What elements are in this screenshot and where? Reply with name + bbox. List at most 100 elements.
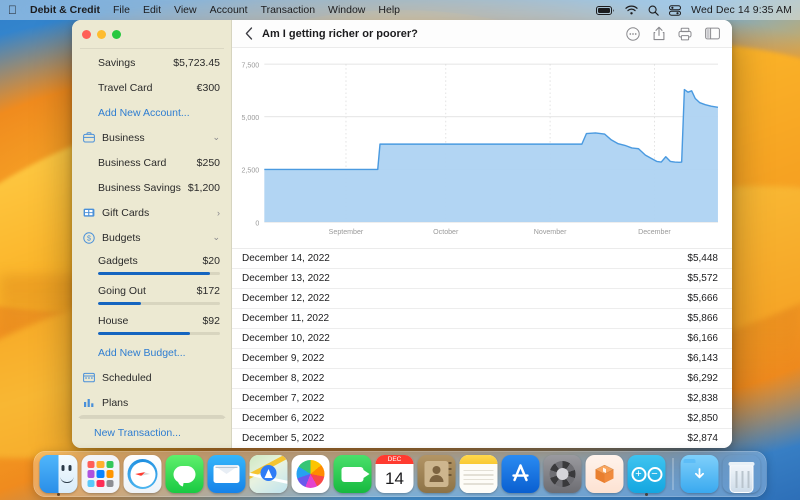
dock-item-finder[interactable] (39, 455, 78, 496)
page-title: Am I getting richer or poorer? (262, 27, 418, 40)
table-row[interactable]: December 6, 2022 $2,850 (232, 409, 732, 430)
dock-item-app-store[interactable] (501, 455, 540, 493)
menu-item-account[interactable]: Account (210, 4, 248, 16)
table-row[interactable]: December 12, 2022 $5,666 (232, 289, 732, 310)
contacts-icon (417, 455, 456, 493)
apple-logo-icon[interactable]:  (8, 4, 17, 17)
sidebar-item-savings[interactable]: Savings $5,723.45 (72, 50, 232, 75)
menu-item-window[interactable]: Window (328, 4, 365, 16)
menu-clock[interactable]: Wed Dec 14 9:35 AM (691, 4, 792, 16)
dock-item-debit-and-credit[interactable]: + − (627, 455, 666, 496)
sidebar-group-gift-cards[interactable]: Gift Cards › (72, 200, 232, 225)
sidebar-item-label: Savings (98, 56, 136, 69)
table-row[interactable]: December 11, 2022 $5,866 (232, 309, 732, 330)
dock-item-launchpad[interactable] (81, 455, 120, 493)
sidebar-item-label: Business Card (98, 156, 167, 169)
menu-item-edit[interactable]: Edit (143, 4, 161, 16)
dock-item-safari[interactable] (123, 455, 162, 493)
dock-item-photos[interactable] (291, 455, 330, 493)
sidebar-item-business-card[interactable]: Business Card $250 (72, 150, 232, 175)
table-row[interactable]: December 8, 2022 $6,292 (232, 369, 732, 390)
svg-text:7,500: 7,500 (242, 61, 260, 69)
sidebar-toggle-icon[interactable] (705, 27, 720, 40)
sidebar-item-label: Plans (102, 396, 129, 409)
sidebar-group-budgets[interactable]: $ Budgets ⌄ (72, 225, 232, 250)
app-store-icon (501, 455, 540, 493)
sidebar-item-label: Gift Cards (102, 206, 150, 219)
sidebar-item-label: Scheduled (102, 371, 152, 384)
dock-separator (672, 458, 674, 490)
add-new-account-button[interactable]: Add New Account... (72, 100, 232, 125)
chevron-left-icon[interactable] (240, 27, 258, 40)
running-indicator (645, 493, 648, 496)
menu-item-help[interactable]: Help (378, 4, 400, 16)
content-toolbar: Am I getting richer or poorer? (232, 20, 732, 48)
sidebar-group-business[interactable]: Business ⌄ (72, 125, 232, 150)
share-icon[interactable] (653, 26, 665, 41)
minimize-button[interactable] (97, 29, 106, 39)
sidebar-item-plans[interactable]: Plans (72, 390, 232, 415)
calendar-day: 14 (385, 468, 404, 488)
wifi-icon[interactable] (625, 5, 638, 15)
table-row[interactable]: December 7, 2022 $2,838 (232, 389, 732, 410)
dock-item-notes[interactable] (459, 455, 498, 493)
menu-item-transaction[interactable]: Transaction (261, 4, 315, 16)
zoom-button[interactable] (112, 29, 121, 39)
dock-item-contacts[interactable] (417, 455, 456, 493)
search-icon[interactable] (648, 5, 659, 16)
transaction-amount: $5,448 (687, 253, 718, 265)
budget-value: $92 (202, 315, 220, 327)
table-row[interactable]: December 14, 2022 $5,448 (232, 249, 732, 270)
control-center-icon[interactable] (669, 4, 682, 16)
calendar-month: DEC (375, 455, 414, 464)
table-row[interactable]: December 5, 2022 $2,874 (232, 429, 732, 448)
print-icon[interactable] (678, 27, 692, 41)
close-button[interactable] (82, 29, 91, 39)
table-row[interactable]: December 13, 2022 $5,572 (232, 269, 732, 290)
sidebar-scroll[interactable]: Savings $5,723.45 Travel Card €300 Add N… (72, 48, 232, 418)
chevron-right-icon[interactable]: › (217, 208, 220, 218)
dock-item-calendar[interactable]: DEC 14 (375, 455, 414, 493)
sidebar-item-travel-card[interactable]: Travel Card €300 (72, 75, 232, 100)
dock-item-mail[interactable] (207, 455, 246, 493)
budget-item-gadgets[interactable]: Gadgets $20 (72, 250, 232, 272)
transactions-list[interactable]: December 14, 2022 $5,448 December 13, 2022… (232, 248, 732, 448)
dock-item-facetime[interactable] (333, 455, 372, 493)
new-transaction-button[interactable]: New Transaction... (72, 418, 232, 448)
dock-item-messages[interactable] (165, 455, 204, 493)
budget-item-going-out[interactable]: Going Out $172 (72, 280, 232, 302)
menu-app-name[interactable]: Debit & Credit (30, 4, 100, 16)
messages-icon (165, 455, 204, 493)
ellipsis-circle-icon[interactable] (626, 26, 640, 41)
sidebar-item-business-savings[interactable]: Business Savings $1,200 (72, 175, 232, 200)
svg-text:$: $ (87, 235, 91, 242)
calendar-icon (82, 372, 96, 383)
table-row[interactable]: December 10, 2022 $6,166 (232, 329, 732, 350)
dock-item-downloads-folder[interactable] (680, 455, 719, 493)
svg-text:September: September (329, 228, 364, 236)
dock-item-trash[interactable] (723, 455, 761, 493)
dock-item-maps[interactable] (249, 455, 288, 493)
dock-item-system-settings[interactable] (543, 455, 582, 493)
budget-value: $20 (202, 255, 220, 267)
transaction-date: December 7, 2022 (242, 393, 325, 405)
chevron-down-icon[interactable]: ⌄ (212, 232, 220, 243)
chevron-down-icon[interactable]: ⌄ (212, 132, 220, 143)
dock: DEC 14 + − (33, 451, 767, 497)
net-worth-chart[interactable]: 0 2,500 5,000 7,500 September October November… (232, 48, 732, 248)
menu-item-view[interactable]: View (174, 4, 197, 16)
add-new-budget-button[interactable]: Add New Budget... (72, 340, 232, 365)
transaction-amount: $6,292 (687, 373, 718, 385)
table-row[interactable]: December 9, 2022 $6,143 (232, 349, 732, 370)
finder-icon (39, 455, 78, 493)
gift-card-icon (82, 207, 96, 218)
battery-icon[interactable] (596, 5, 615, 16)
dock-item-package[interactable] (585, 455, 624, 493)
budget-item-house[interactable]: House $92 (72, 310, 232, 332)
sidebar-item-scheduled[interactable]: Scheduled (72, 365, 232, 390)
window-controls (72, 20, 232, 48)
menu-item-file[interactable]: File (113, 4, 130, 16)
sidebar: Savings $5,723.45 Travel Card €300 Add N… (72, 20, 232, 448)
photos-icon (291, 455, 330, 493)
menu-bar:  Debit & Credit File Edit View Account … (0, 0, 800, 20)
